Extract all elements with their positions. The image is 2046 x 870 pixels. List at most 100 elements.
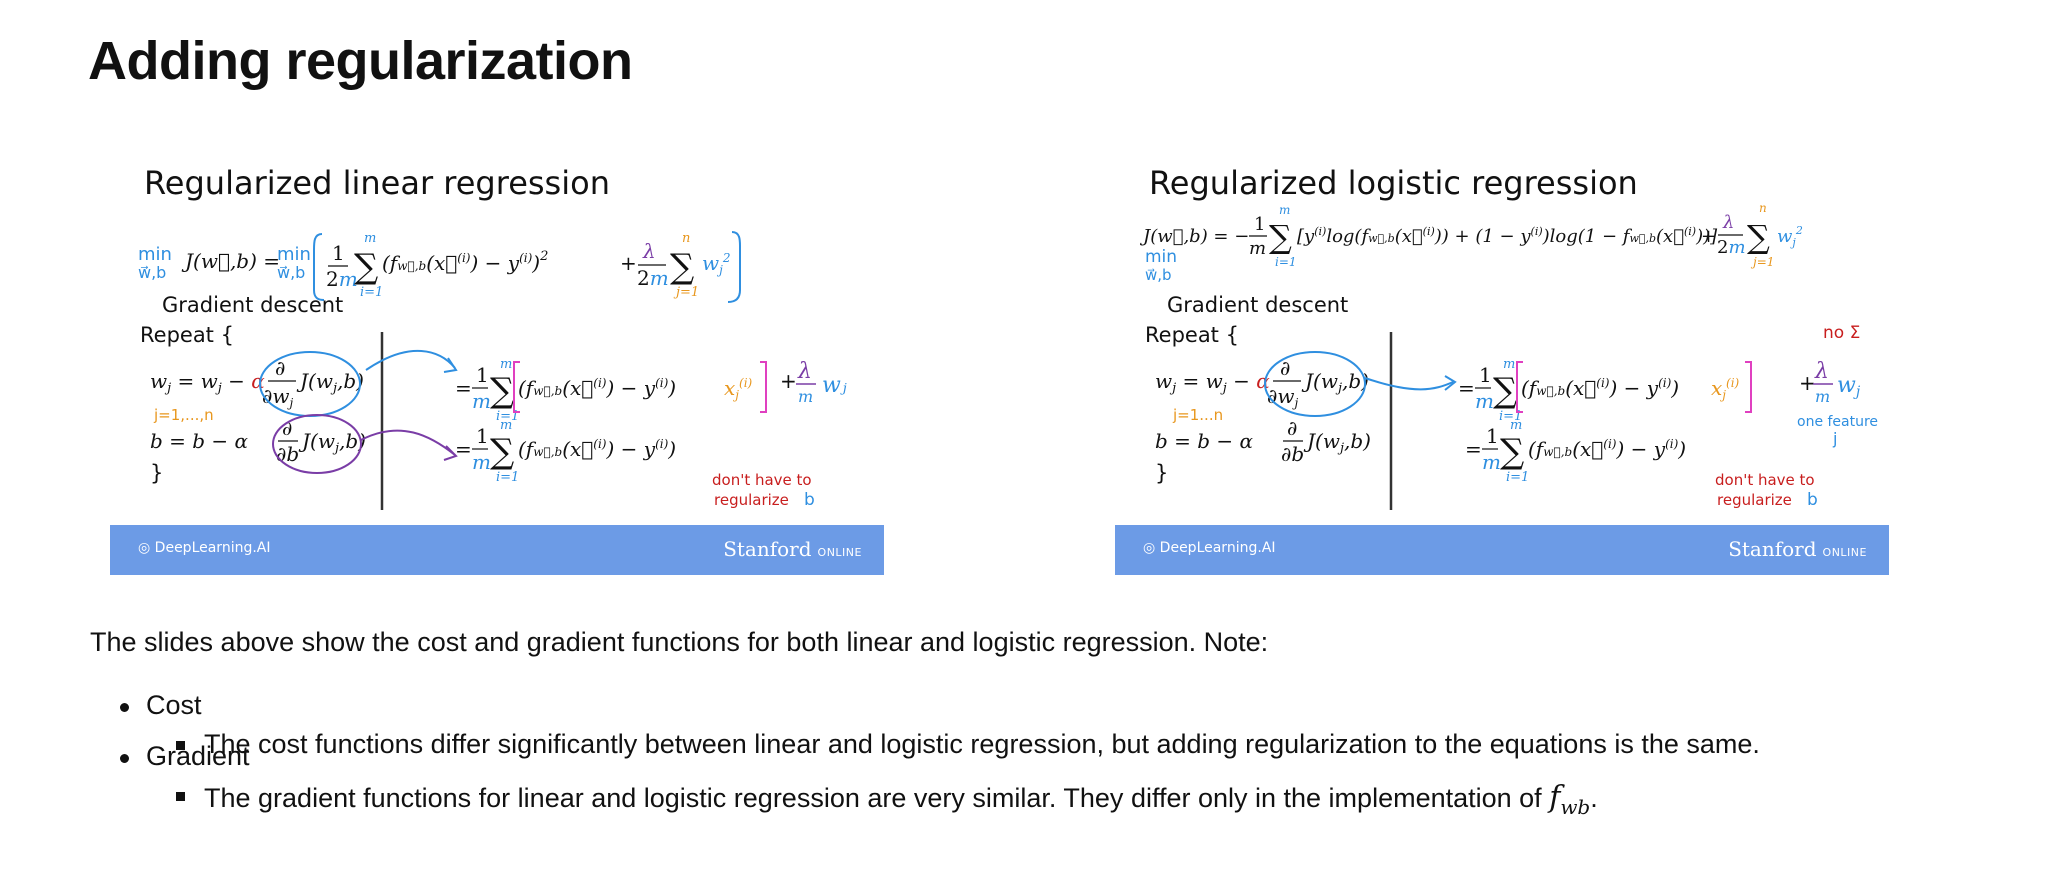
min-subscript: w⃗,b	[138, 263, 166, 282]
svg-text:m: m	[1475, 389, 1494, 413]
svg-text:m: m	[364, 231, 376, 246]
svg-text:=: =	[455, 376, 472, 400]
min-label: min	[1145, 247, 1177, 267]
notes-list: Cost The cost functions differ significa…	[118, 690, 1760, 819]
wj-hand: wⱼ	[822, 373, 847, 398]
svg-text:∑: ∑	[1493, 371, 1517, 411]
svg-text:wj = wj − α: wj = wj − α	[1155, 369, 1270, 396]
repeat-label: Repeat {	[140, 323, 234, 347]
svg-text:∂: ∂	[1287, 416, 1297, 440]
slide-logistic-regression: Regularized logistic regression J(w⃗,b) …	[1115, 150, 1889, 576]
svg-text:wj = wj − α: wj = wj − α	[150, 369, 265, 396]
svg-text:λ: λ	[1722, 212, 1734, 233]
slide-footer: ◎ DeepLearning.AI Stanford ONLINE	[110, 525, 884, 575]
gd-label: Gradient descent	[1167, 293, 1348, 317]
sub-bullet-gradient: The gradient functions for linear and lo…	[146, 780, 1760, 820]
svg-text:J(wj,b): J(wj,b)	[1301, 369, 1369, 396]
svg-text:i=1: i=1	[496, 470, 519, 485]
svg-text:i=1: i=1	[1506, 470, 1529, 485]
one-feature-note: one feature	[1797, 414, 1878, 430]
svg-text:(fw⃗,b(x⃗(i)) − y(i)): (fw⃗,b(x⃗(i)) − y(i))	[518, 376, 676, 400]
svg-text:+: +	[1701, 226, 1716, 247]
intro-note: The slides above show the cost and gradi…	[90, 627, 1269, 657]
svg-text:1: 1	[332, 241, 345, 265]
svg-text:[y(i)log(fw⃗,b(x⃗(i))) + (1 −: [y(i)log(fw⃗,b(x⃗(i))) + (1 − y(i))log(1…	[1297, 225, 1718, 247]
svg-text:1: 1	[476, 424, 489, 448]
svg-text:=: =	[1458, 376, 1475, 400]
slide-linear-regression: Regularized linear regression min w⃗,b J…	[110, 150, 884, 576]
svg-text:wj2: wj2	[702, 251, 731, 277]
svg-text:(fw⃗,b(x⃗(i)) − y(i))2: (fw⃗,b(x⃗(i)) − y(i))2	[382, 249, 548, 275]
svg-text:wj: wj	[1837, 373, 1861, 400]
svg-text:J(wj,b): J(wj,b)	[298, 429, 366, 456]
j-index: j=1,...,n	[153, 406, 214, 424]
svg-text:xj(i): xj(i)	[1711, 376, 1740, 402]
no-reg-note-2: regularize	[1717, 491, 1792, 509]
svg-text:+: +	[620, 251, 637, 275]
b-update: b = b − α	[150, 429, 249, 453]
page-title: Adding regularization	[88, 31, 633, 91]
svg-text:∂b: ∂b	[276, 442, 299, 466]
bullet-gradient: Gradient The gradient functions for line…	[118, 741, 1760, 819]
svg-text:∑: ∑	[490, 432, 514, 472]
stanford-online-logo: Stanford ONLINE	[1728, 537, 1867, 561]
gd-label: Gradient descent	[162, 293, 343, 317]
svg-text:1: 1	[1486, 424, 1499, 448]
svg-text:∂b: ∂b	[1281, 442, 1304, 466]
no-reg-note-1: don't have to	[1715, 471, 1815, 489]
svg-text:λ: λ	[1814, 359, 1829, 384]
svg-text:m: m	[500, 357, 512, 372]
svg-text:1: 1	[1479, 363, 1492, 387]
svg-text:m: m	[1815, 387, 1830, 406]
svg-text:n: n	[682, 231, 690, 246]
svg-text:2m: 2m	[326, 267, 358, 291]
svg-text:n: n	[1759, 201, 1767, 215]
svg-text:=: =	[1465, 437, 1482, 461]
svg-text:∑: ∑	[1500, 432, 1524, 472]
linear-equations-figure: min w⃗,b J(w⃗,b) = min w⃗,b 1 2m ∑ m i=1…	[138, 231, 847, 510]
slide-footer: ◎ DeepLearning.AI Stanford ONLINE	[1115, 525, 1889, 575]
svg-text:m: m	[472, 450, 491, 474]
svg-text:+: +	[780, 369, 797, 393]
svg-text:J(wj,b): J(wj,b)	[296, 369, 364, 396]
svg-text:1: 1	[1254, 214, 1265, 235]
svg-text:m: m	[1503, 357, 1515, 372]
no-sigma-note: no Σ	[1823, 323, 1860, 343]
svg-text:1: 1	[476, 363, 489, 387]
svg-text:2m: 2m	[1717, 237, 1746, 258]
svg-text:j=1: j=1	[1750, 255, 1774, 269]
f-wb-symbol: fwb	[1549, 780, 1591, 819]
svg-text:(fw⃗,b(x⃗(i)) − y(i)): (fw⃗,b(x⃗(i)) − y(i))	[518, 437, 676, 461]
deeplearning-logo: ◎ DeepLearning.AI	[1143, 540, 1276, 556]
svg-text:+: +	[1799, 371, 1816, 395]
svg-text:λ: λ	[642, 239, 656, 263]
j-hand: j	[1832, 429, 1837, 448]
svg-text:m: m	[1279, 203, 1290, 217]
svg-text:∑: ∑	[490, 371, 514, 411]
cost-lhs: J(w⃗,b) = −	[1139, 226, 1249, 247]
svg-text:∑: ∑	[354, 247, 378, 287]
close-brace: }	[150, 461, 163, 485]
svg-text:2m: 2m	[637, 266, 669, 290]
svg-text:min: min	[277, 244, 311, 265]
no-reg-note-1: don't have to	[712, 471, 812, 489]
svg-text:J(wj,b): J(wj,b)	[1303, 429, 1371, 456]
svg-text:∑: ∑	[1747, 218, 1770, 256]
svg-text:m: m	[1249, 238, 1266, 259]
svg-text:∂wj: ∂wj	[1267, 384, 1298, 410]
min-label: min	[138, 244, 172, 265]
svg-text:∑: ∑	[1269, 218, 1292, 256]
stanford-online-logo: Stanford ONLINE	[723, 537, 862, 561]
b-hand: b	[804, 490, 815, 510]
svg-text:=: =	[455, 437, 472, 461]
svg-text:∑: ∑	[670, 247, 694, 287]
svg-text:m: m	[472, 389, 491, 413]
cost-lhs: J(w⃗,b) =	[181, 249, 280, 273]
svg-text:wj2: wj2	[1777, 224, 1803, 249]
svg-text:i=1: i=1	[1275, 255, 1297, 269]
svg-text:m: m	[798, 387, 813, 406]
svg-text:∂wj: ∂wj	[262, 384, 293, 410]
b-hand: b	[1807, 490, 1818, 510]
min-subscript: w⃗,b	[1145, 266, 1172, 284]
no-reg-note-2: regularize	[714, 491, 789, 509]
